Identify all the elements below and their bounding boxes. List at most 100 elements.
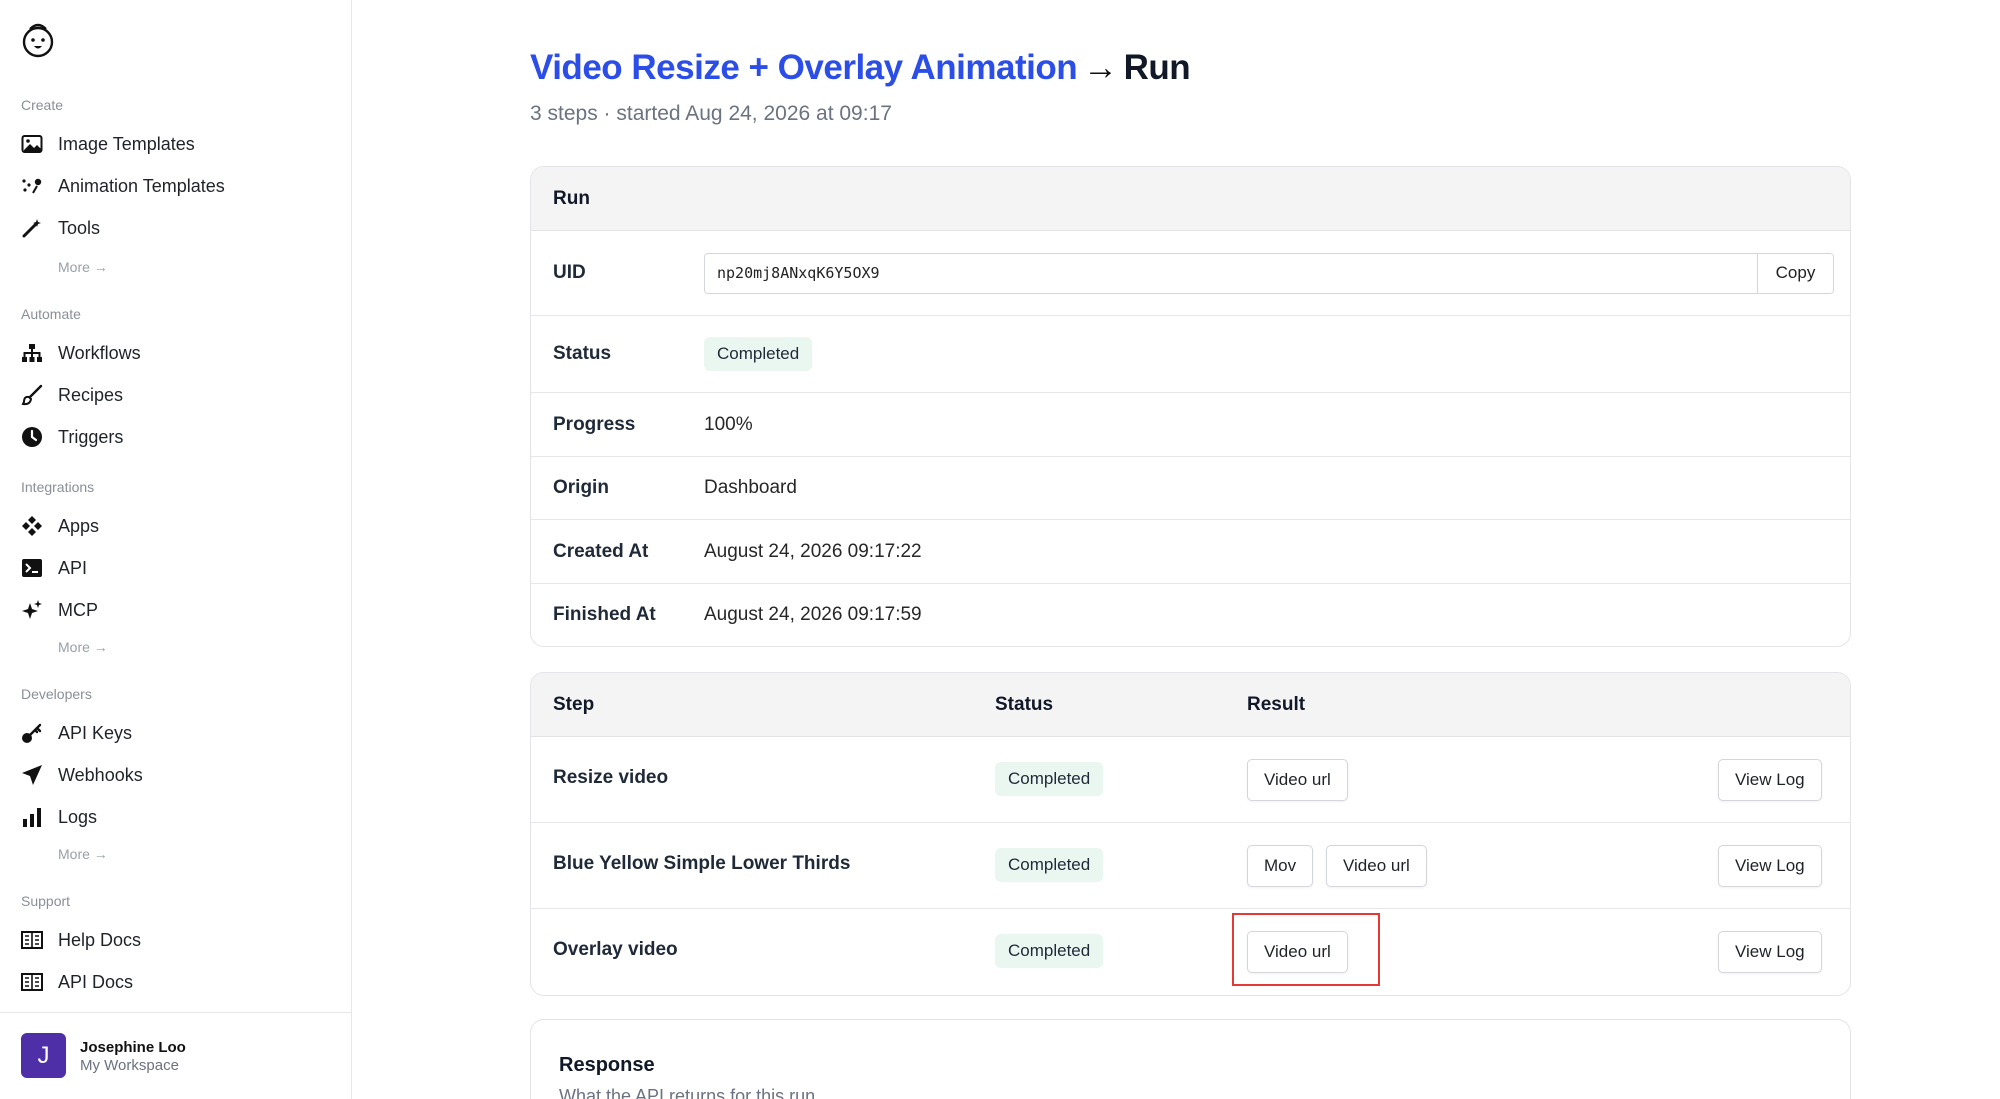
avatar: J bbox=[21, 1033, 66, 1078]
sidebar-item-logs[interactable]: Logs bbox=[20, 799, 330, 835]
section-label-developers: Developers bbox=[21, 686, 92, 702]
uid-row: UID Copy bbox=[531, 231, 1850, 316]
status-label: Status bbox=[553, 343, 612, 364]
breadcrumb-arrow-icon: → bbox=[1083, 48, 1118, 87]
sidebar-item-recipes[interactable]: Recipes bbox=[20, 377, 330, 413]
sidebar-item-label: Triggers bbox=[58, 426, 124, 447]
sidebar-item-label: Workflows bbox=[58, 342, 141, 363]
sidebar-item-label: API Docs bbox=[58, 971, 134, 992]
origin-value: Dashboard bbox=[704, 477, 797, 498]
page-title: Video Resize + Overlay Animation → Run bbox=[530, 48, 1191, 88]
bear-logo-icon[interactable] bbox=[20, 18, 56, 62]
sidebar-item-label: API bbox=[58, 557, 88, 578]
origin-row: Origin Dashboard bbox=[531, 457, 1850, 520]
sidebar-item-triggers[interactable]: Triggers bbox=[20, 419, 330, 455]
sidebar-item-mcp[interactable]: MCP bbox=[20, 592, 330, 628]
more-link-create[interactable]: More → bbox=[58, 259, 108, 275]
sidebar-item-label: Webhooks bbox=[58, 764, 143, 785]
sidebar-item-tools[interactable]: Tools bbox=[20, 210, 330, 246]
step-name: Overlay video bbox=[553, 939, 678, 960]
sparkle-icon bbox=[20, 598, 44, 622]
sidebar-item-label: Image Templates bbox=[58, 133, 195, 154]
sidebar: Create Image Templates Animation Templat… bbox=[0, 0, 352, 1099]
sidebar-item-api-docs[interactable]: API Docs bbox=[20, 964, 330, 1000]
sidebar-item-label: Logs bbox=[58, 806, 98, 827]
status-badge: Completed bbox=[704, 337, 813, 371]
more-link-integrations[interactable]: More → bbox=[58, 639, 108, 655]
workspace-name: My Workspace bbox=[80, 1057, 179, 1074]
steps-card: Step Status Result Resize video Complete… bbox=[530, 672, 1851, 996]
mov-button[interactable]: Mov bbox=[1247, 845, 1314, 887]
page-subtitle: 3 steps · started Aug 24, 2026 at 09:17 bbox=[530, 102, 892, 125]
video-url-button[interactable]: Video url bbox=[1247, 759, 1348, 801]
workflow-breadcrumb-link[interactable]: Video Resize + Overlay Animation bbox=[530, 48, 1078, 87]
status-badge: Completed bbox=[995, 762, 1104, 796]
table-row: Resize video Completed Video url View Lo… bbox=[531, 737, 1850, 823]
sidebar-item-apps[interactable]: Apps bbox=[20, 508, 330, 544]
response-subtitle: What the API returns for this run bbox=[559, 1086, 816, 1099]
video-url-button[interactable]: Video url bbox=[1247, 931, 1348, 973]
section-label-support: Support bbox=[21, 893, 71, 909]
table-row: Blue Yellow Simple Lower Thirds Complete… bbox=[531, 823, 1850, 909]
finished-at-row: Finished At August 24, 2026 09:17:59 bbox=[531, 584, 1850, 646]
created-at-label: Created At bbox=[553, 540, 649, 562]
finished-at-value: August 24, 2026 09:17:59 bbox=[704, 604, 922, 625]
origin-label: Origin bbox=[553, 477, 609, 498]
user-menu[interactable]: J Josephine Loo My Workspace bbox=[0, 1012, 352, 1099]
magic-wand-icon bbox=[20, 216, 44, 240]
response-card: Response What the API returns for this r… bbox=[530, 1019, 1851, 1099]
status-row: Status Completed bbox=[531, 316, 1850, 393]
sidebar-item-label: API Keys bbox=[58, 722, 133, 743]
finished-at-label: Finished At bbox=[553, 604, 656, 625]
more-link-developers[interactable]: More → bbox=[58, 846, 108, 862]
sidebar-item-workflows[interactable]: Workflows bbox=[20, 335, 330, 371]
user-name: Josephine Loo bbox=[80, 1039, 186, 1056]
apps-icon bbox=[20, 514, 44, 538]
view-log-button[interactable]: View Log bbox=[1718, 931, 1822, 973]
column-header-result: Result bbox=[1247, 694, 1306, 715]
response-title: Response bbox=[559, 1054, 655, 1076]
table-row: Overlay video Completed Video url View L… bbox=[531, 909, 1850, 995]
copy-button[interactable]: Copy bbox=[1757, 253, 1833, 293]
sidebar-item-image-templates[interactable]: Image Templates bbox=[20, 126, 330, 162]
step-name: Resize video bbox=[553, 767, 669, 788]
video-url-button[interactable]: Video url bbox=[1326, 845, 1427, 887]
sidebar-item-api[interactable]: API bbox=[20, 550, 330, 586]
sidebar-item-animation-templates[interactable]: Animation Templates bbox=[20, 168, 330, 204]
uid-field: Copy bbox=[704, 252, 1834, 294]
uid-label: UID bbox=[553, 262, 586, 283]
section-label-integrations: Integrations bbox=[21, 479, 95, 495]
book-icon bbox=[20, 928, 44, 952]
sidebar-item-label: Apps bbox=[58, 515, 100, 536]
key-icon bbox=[20, 721, 44, 745]
status-badge: Completed bbox=[995, 934, 1104, 968]
sidebar-item-label: MCP bbox=[58, 599, 98, 620]
sidebar-item-webhooks[interactable]: Webhooks bbox=[20, 757, 330, 793]
status-badge: Completed bbox=[995, 848, 1104, 882]
sidebar-item-api-keys[interactable]: API Keys bbox=[20, 715, 330, 751]
progress-value: 100% bbox=[704, 413, 753, 435]
sidebar-item-label: Animation Templates bbox=[58, 175, 225, 196]
workflow-icon bbox=[20, 341, 44, 365]
clock-icon bbox=[20, 425, 44, 449]
section-label-create: Create bbox=[21, 97, 64, 113]
view-log-button[interactable]: View Log bbox=[1718, 759, 1822, 801]
sidebar-item-label: Tools bbox=[58, 217, 101, 238]
view-log-button[interactable]: View Log bbox=[1718, 845, 1822, 887]
section-label-automate: Automate bbox=[21, 306, 81, 322]
terminal-icon bbox=[20, 556, 44, 580]
progress-label: Progress bbox=[553, 413, 636, 435]
created-at-row: Created At August 24, 2026 09:17:22 bbox=[531, 520, 1850, 584]
column-header-status: Status bbox=[995, 694, 1054, 715]
column-header-step: Step bbox=[553, 694, 595, 715]
image-icon bbox=[20, 132, 44, 156]
run-details-card: Run UID Copy Status Completed Progress 1… bbox=[530, 166, 1851, 647]
uid-input[interactable] bbox=[705, 253, 1757, 293]
page-name: Run bbox=[1123, 48, 1191, 87]
animation-icon bbox=[20, 174, 44, 198]
send-icon bbox=[20, 763, 44, 787]
bar-chart-icon bbox=[20, 805, 44, 829]
steps-table-header: Step Status Result bbox=[531, 673, 1850, 737]
sidebar-item-help-docs[interactable]: Help Docs bbox=[20, 922, 330, 958]
brush-icon bbox=[20, 383, 44, 407]
